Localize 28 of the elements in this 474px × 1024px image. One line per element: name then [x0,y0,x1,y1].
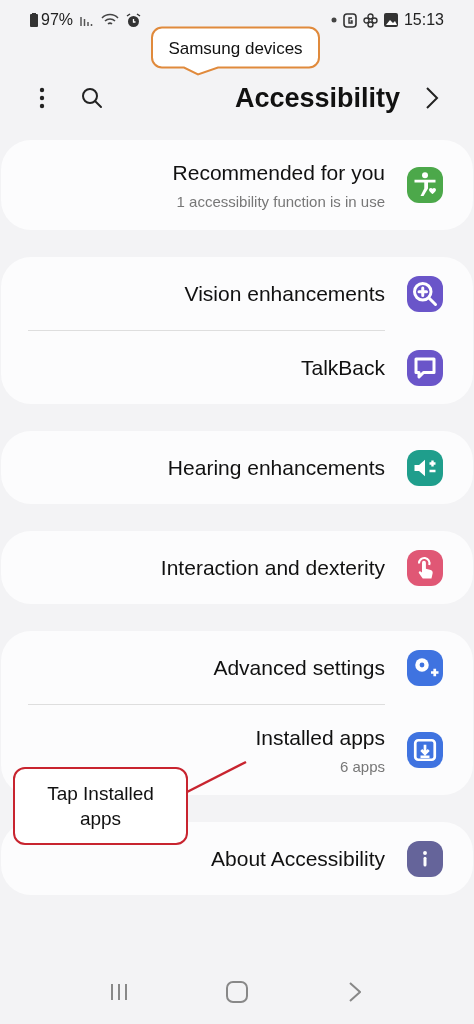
chevron-right-icon [425,86,439,110]
item-subtitle: 6 apps [339,756,385,777]
battery-percentage: 97% [41,10,74,30]
item-title: About Accessibility [211,845,385,872]
callout-box: Tap Installed apps [13,767,188,845]
page-title: Accessibility [234,81,400,115]
item-title: Recommended for you [172,160,385,186]
item-title: TalkBack [300,354,385,381]
item-subtitle: 1 accessibility function is in use [176,191,385,212]
alarm-icon [126,12,142,28]
more-options-icon [39,87,45,109]
recent-apps-icon [109,983,129,1001]
home-icon [226,981,248,1003]
item-title: Hearing enhancements [167,454,385,481]
item-title: Interaction and dexterity [160,554,385,581]
item-title: Vision enhancements [184,280,385,307]
image-icon [383,13,398,27]
wifi-icon [101,13,120,27]
callout-bubble: Samsung devices [150,26,321,76]
pinwheel-icon [362,12,378,28]
clock-time: 15:13 [403,10,444,30]
app-notification-icon [342,12,357,28]
item-title: Advanced settings [213,654,385,681]
item-title: Installed apps [255,725,385,751]
search-icon [80,86,104,110]
battery-icon [30,13,38,27]
back-icon [349,982,361,1002]
signal-icon [80,14,95,26]
